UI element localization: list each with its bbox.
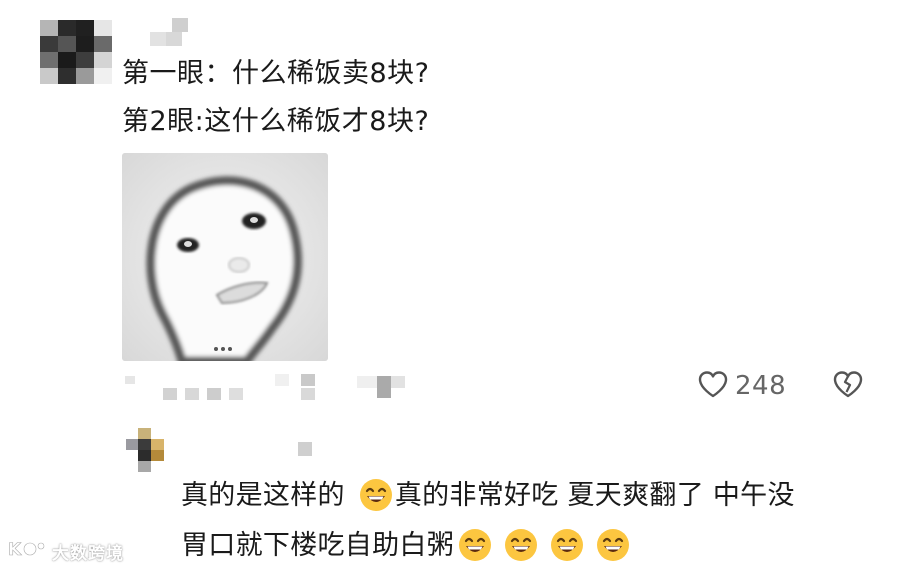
comment-thread: 第一眼：什么稀饭卖8块? 第2眼:这什么稀饭才8块? 248 真的是这样的 真的…: [0, 0, 900, 569]
commenter-username[interactable]: [150, 18, 194, 48]
commenter-avatar[interactable]: [40, 20, 112, 84]
grinning-face-emoji-icon: [458, 528, 492, 562]
watermark-logo-icon: K: [8, 538, 48, 564]
like-count: 248: [735, 371, 787, 401]
replier-avatar[interactable]: [126, 428, 164, 472]
grinning-face-emoji-icon: [550, 528, 584, 562]
watermark-text: 大数跨境: [52, 543, 124, 564]
reply-text-line-2: 胃口就下楼吃自助白粥: [181, 528, 632, 562]
grinning-face-emoji-icon: [596, 528, 630, 562]
dislike-button[interactable]: [832, 369, 864, 403]
meme-face-drawing: [122, 153, 328, 361]
comment-text-line-2: 第2眼:这什么稀饭才8块?: [122, 106, 430, 137]
broken-heart-icon: [832, 369, 864, 403]
grinning-face-emoji-icon: [359, 478, 393, 512]
comment-meta: [125, 374, 415, 404]
heart-outline-icon: [697, 369, 729, 403]
watermark: K 大数跨境: [8, 538, 124, 564]
reply-text-line-2-content: 胃口就下楼吃自助白粥: [181, 529, 454, 561]
svg-text:K: K: [8, 540, 22, 560]
comment-text-line-1: 第一眼：什么稀饭卖8块?: [122, 58, 430, 89]
comment-meme-image[interactable]: [122, 153, 328, 361]
like-button[interactable]: 248: [697, 369, 786, 403]
reply-text-part-2: 真的非常好吃 夏天爽翻了 中午没: [394, 479, 795, 511]
grinning-face-emoji-icon: [504, 528, 538, 562]
reply-text-line-1: 真的是这样的 真的非常好吃 夏天爽翻了 中午没: [181, 478, 795, 512]
reply-text-part-1: 真的是这样的: [181, 479, 345, 511]
replier-username[interactable]: [296, 440, 316, 460]
